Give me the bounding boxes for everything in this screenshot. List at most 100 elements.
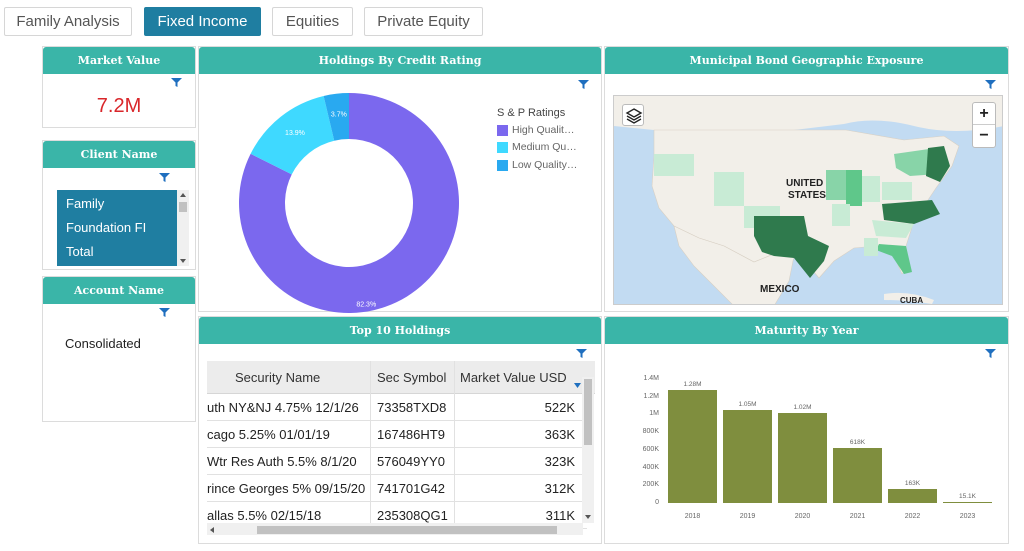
column-header-sec-symbol[interactable]: Sec Symbol [377,361,446,394]
donut-slice-label: 3.7% [331,112,347,119]
bar-value-label: 1.05M [738,401,757,408]
legend-swatch [497,124,508,136]
bar-value-label: 618K [849,439,866,447]
maturity-bar-2020[interactable] [777,412,828,503]
account-name-title: Account Name [43,277,195,304]
maturity-bar-2019[interactable] [722,410,773,503]
filter-icon[interactable] [578,80,589,89]
table-row[interactable]: rince Georges 5% 09/15/20 741701G42 312K [207,475,587,502]
map-label-states: STATES [788,190,826,201]
legend-item-high[interactable]: High Qualit… [497,124,574,136]
map-layers-button[interactable] [622,104,644,126]
column-header-market-value[interactable]: Market Value USD [460,361,567,394]
muni-map-title: Municipal Bond Geographic Exposure [605,47,1008,74]
legend-label: Low Quality… [512,159,578,171]
filter-icon[interactable] [171,78,182,87]
legend-swatch [497,141,508,153]
list-item[interactable]: Total [66,244,93,259]
column-header-security-name[interactable]: Security Name [235,361,320,394]
account-name-panel: Account Name Consolidated [42,276,196,422]
bar-value-label: 1.02M [793,403,812,411]
client-name-panel: Client Name Family Foundation FI Total [42,140,196,270]
sec-symbol-cell: 576049YY0 [377,454,445,469]
table-horizontal-scrollbar[interactable] [207,523,583,535]
zoom-out-button[interactable]: − [973,125,995,147]
map-label-mexico: MEXICO [760,284,800,295]
map-label-united: UNITED [786,178,824,189]
client-name-list[interactable]: Family Foundation FI Total [57,190,189,266]
x-tick-label: 2019 [739,513,756,520]
y-tick-label: 1M [649,410,659,418]
sec-symbol-cell: 73358TXD8 [377,400,447,415]
filter-icon[interactable] [985,80,996,89]
y-tick-label: 0 [655,499,659,506]
table-row[interactable]: cago 5.25% 01/01/19 167486HT9 363K [207,421,587,448]
tab-family-analysis[interactable]: Family Analysis [4,7,132,36]
map-zoom-control: + − [972,102,996,148]
security-name-cell: Wtr Res Auth 5.5% 8/1/20 [207,454,357,469]
list-item[interactable]: Foundation FI [66,220,146,235]
holdings-table: Security Name Sec Symbol Market Value US… [207,361,595,533]
security-name-cell: uth NY&NJ 4.75% 12/1/26 [207,400,359,415]
tab-equities[interactable]: Equities [272,7,353,36]
sec-symbol-cell: 741701G42 [377,481,445,496]
market-value-kpi: 7.2M [96,95,142,117]
top-holdings-title: Top 10 Holdings [199,317,601,344]
filter-icon[interactable] [576,349,587,358]
y-tick-label: 400K [642,463,659,471]
table-row[interactable]: Wtr Res Auth 5.5% 8/1/20 576049YY0 323K [207,448,587,475]
table-header: Security Name Sec Symbol Market Value US… [207,361,595,394]
legend-item-medium[interactable]: Medium Qu… [497,141,577,153]
zoom-in-button[interactable]: + [973,103,995,125]
maturity-panel: Maturity By Year 1.4M 1.2M 1M 800K 600K 400K 2… [604,316,1009,544]
x-tick-label: 2018 [684,513,701,520]
y-tick-label: 800K [642,428,659,436]
sec-symbol-cell: 167486HT9 [377,427,445,442]
maturity-bar-2022[interactable] [887,488,938,503]
maturity-bar-2023[interactable] [942,501,993,503]
top-holdings-panel: Top 10 Holdings Security Name Sec Symbol… [198,316,602,544]
tab-fixed-income[interactable]: Fixed Income [144,7,261,36]
legend-label: High Qualit… [512,124,575,136]
market-value-title: Market Value [43,47,195,74]
table-row[interactable]: uth NY&NJ 4.75% 12/1/26 73358TXD8 522K [207,394,587,421]
client-list-scrollbar[interactable] [177,190,189,266]
y-tick-label: 200K [642,481,659,489]
security-name-cell: rince Georges 5% 09/15/20 [207,481,366,496]
client-name-title: Client Name [43,141,195,168]
y-tick-label: 600K [642,445,659,453]
maturity-bar-2018[interactable] [667,389,718,503]
sort-desc-icon[interactable] [574,375,581,393]
maturity-bar-2021[interactable] [832,448,883,503]
market-value-panel: Market Value 7.2M [42,46,196,128]
market-value-cell: 323K [544,454,575,469]
us-choropleth-map[interactable]: + − UNITED STATES MEXICO CUBA [613,95,1003,305]
list-item[interactable]: Family [66,196,104,211]
x-tick-label: 2021 [849,513,866,520]
maturity-bar-chart: 1.4M 1.2M 1M 800K 600K 400K 200K 0 1.28M 2018 1.05… [605,317,1010,545]
legend-item-low[interactable]: Low Quality… [497,159,577,171]
bar-value-label: 15.1K [959,492,976,500]
market-value-cell: 522K [544,400,575,415]
table-vertical-scrollbar[interactable] [582,377,594,523]
muni-map-panel: Municipal Bond Geographic Exposure + − U… [604,46,1009,312]
security-name-cell: cago 5.25% 01/01/19 [207,427,330,442]
y-tick-label: 1.4M [643,375,659,382]
legend-label: Medium Qu… [512,141,577,153]
legend-title: S & P Ratings [497,107,566,119]
bar-value-label: 163K [904,479,921,487]
x-tick-label: 2023 [959,513,976,520]
filter-icon[interactable] [159,308,170,317]
x-tick-label: 2022 [904,513,921,520]
donut-slice-label: 82.3% [356,302,376,309]
market-value-cell: 312K [544,481,575,496]
layers-icon [625,108,643,124]
credit-rating-title: Holdings By Credit Rating [199,47,601,74]
x-tick-label: 2020 [794,513,811,520]
legend-swatch [497,159,508,171]
map-label-cuba: CUBA [900,296,924,305]
credit-rating-donut: 82.3% 13.9% 3.7% [239,93,459,313]
tab-private-equity[interactable]: Private Equity [364,7,483,36]
filter-icon[interactable] [159,173,170,182]
account-name-value[interactable]: Consolidated [65,336,141,351]
